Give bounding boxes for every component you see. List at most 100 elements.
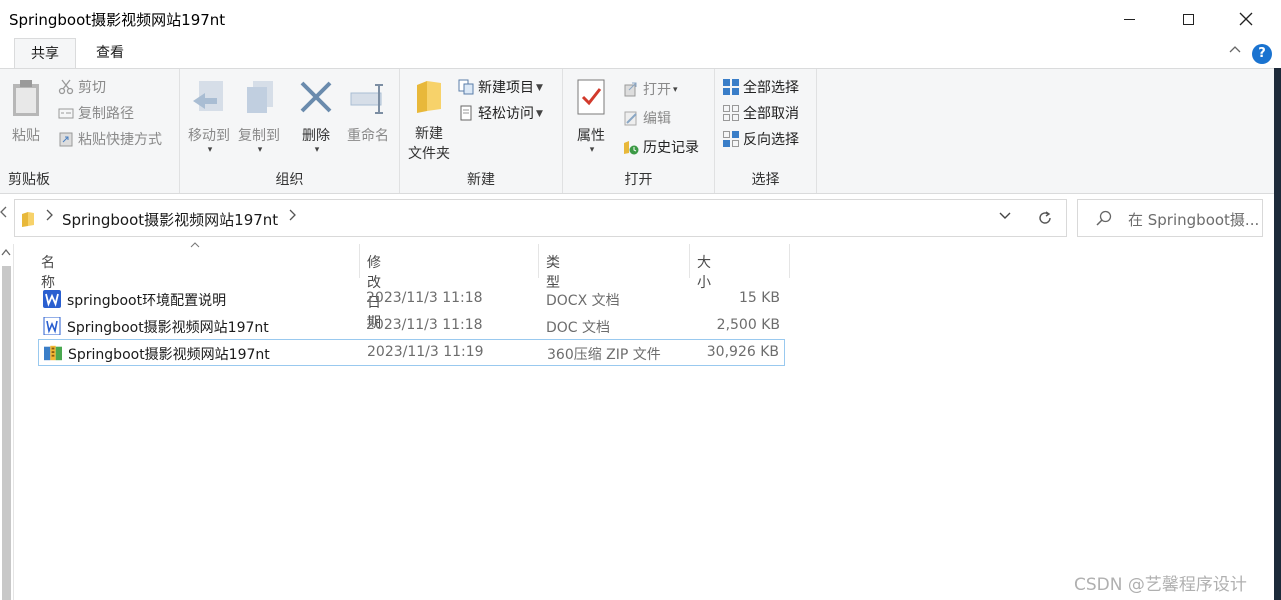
word-doc-icon — [43, 317, 61, 335]
new-item-button[interactable]: 新建项目 ▼ — [458, 77, 543, 99]
help-button[interactable]: ? — [1252, 44, 1272, 64]
copy-to-label: 复制到 — [238, 128, 280, 144]
file-row-selected[interactable]: Springboot摄影视频网站197nt 2023/11/3 11:19 36… — [38, 339, 785, 366]
zip-archive-icon — [44, 345, 62, 361]
group-new: 新建 文件夹 新建项目 ▼ 轻松访问 ▼ 新建 — [400, 69, 563, 193]
open-button[interactable]: 打开 ▾ — [623, 79, 678, 101]
select-all-button[interactable]: 全部选择 — [723, 77, 799, 99]
paste-shortcut-button[interactable]: 粘贴快捷方式 — [58, 129, 162, 151]
easy-access-icon — [460, 105, 472, 121]
paste-label: 粘贴 — [12, 128, 40, 144]
wps-word-icon — [43, 290, 61, 308]
file-type: 360压缩 ZIP 文件 — [547, 347, 661, 363]
new-folder-button[interactable]: 新建 文件夹 — [404, 79, 454, 163]
search-placeholder: 在 Springboot摄... — [1128, 211, 1260, 229]
file-size: 30,926 KB — [706, 344, 779, 360]
title-bar: Springboot摄影视频网站197nt — [0, 0, 1281, 38]
file-date: 2023/11/3 11:18 — [366, 290, 483, 306]
edit-pencil-icon — [624, 111, 637, 126]
address-history-dropdown[interactable] — [999, 209, 1011, 225]
tab-view[interactable]: 查看 — [80, 38, 140, 69]
rename-button[interactable]: 重命名 — [342, 79, 394, 145]
ribbon-tabs: 共享 查看 — [0, 38, 1281, 69]
folder-icon — [417, 81, 441, 113]
file-row[interactable]: Springboot摄影视频网站197nt 2023/11/3 11:18 DO… — [38, 313, 785, 340]
column-divider[interactable] — [689, 244, 690, 278]
history-button[interactable]: 历史记录 — [623, 137, 699, 159]
close-button[interactable] — [1216, 0, 1276, 38]
nav-back-button[interactable] — [0, 206, 12, 228]
chevron-left-icon — [0, 206, 7, 218]
open-label: 打开 — [643, 82, 671, 98]
file-date: 2023/11/3 11:18 — [366, 317, 483, 333]
rename-label: 重命名 — [347, 128, 389, 144]
copy-to-button[interactable]: 复制到 ▾ — [234, 79, 284, 155]
navigation-scrollbar[interactable] — [2, 266, 11, 600]
select-none-button[interactable]: 全部取消 — [723, 103, 799, 125]
watermark: CSDN @艺馨程序设计 — [1074, 575, 1247, 595]
paste-shortcut-icon — [59, 132, 73, 147]
paste-button[interactable]: 粘贴 — [6, 79, 46, 145]
navigation-pane — [0, 244, 14, 600]
column-divider[interactable] — [359, 244, 360, 278]
move-to-button[interactable]: 移动到 ▾ — [184, 79, 234, 155]
rename-icon — [350, 84, 383, 114]
new-folder-label-line2: 文件夹 — [408, 146, 450, 162]
maximize-button[interactable] — [1158, 0, 1218, 38]
file-type: DOCX 文档 — [546, 293, 620, 309]
chevron-right-icon[interactable] — [288, 209, 296, 225]
select-all-icon — [723, 79, 739, 95]
file-date: 2023/11/3 11:19 — [367, 344, 484, 360]
column-divider[interactable] — [538, 244, 539, 278]
group-label-clipboard: 剪贴板 — [8, 172, 50, 188]
tab-share[interactable]: 共享 — [14, 38, 76, 69]
chevron-down-icon: ▼ — [536, 83, 543, 93]
cut-label: 剪切 — [78, 80, 106, 96]
edit-button[interactable]: 编辑 — [623, 108, 671, 130]
scroll-up-button[interactable] — [1, 248, 11, 259]
column-divider[interactable] — [789, 244, 790, 278]
file-size: 2,500 KB — [716, 317, 780, 333]
copy-path-icon — [58, 108, 74, 119]
easy-access-button[interactable]: 轻松访问 ▼ — [458, 103, 543, 125]
file-type: DOC 文档 — [546, 320, 611, 336]
minimize-icon — [1123, 18, 1135, 20]
history-icon — [624, 141, 639, 155]
search-box[interactable]: 在 Springboot摄... — [1077, 199, 1263, 237]
group-clipboard: 粘贴 剪切 复制路径 粘贴快捷方式 剪贴板 — [0, 69, 180, 193]
chevron-down-icon: ▾ — [589, 145, 595, 155]
delete-button[interactable]: 删除 ▾ — [294, 79, 338, 155]
copy-to-icon — [247, 81, 273, 113]
maximize-icon — [1182, 13, 1194, 25]
breadcrumb-current-folder[interactable]: Springboot摄影视频网站197nt — [62, 209, 278, 230]
properties-button[interactable]: 属性 ▾ — [569, 79, 613, 155]
new-item-icon — [458, 79, 474, 95]
delete-x-icon — [300, 81, 332, 113]
refresh-button[interactable] — [1024, 199, 1067, 237]
file-row[interactable]: springboot环境配置说明 2023/11/3 11:18 DOCX 文档… — [38, 286, 785, 313]
minimize-button[interactable] — [1099, 0, 1159, 38]
close-icon — [1239, 12, 1253, 26]
move-to-label: 移动到 — [188, 128, 230, 144]
sort-ascending-icon — [190, 240, 200, 251]
invert-selection-button[interactable]: 反向选择 — [723, 129, 799, 151]
delete-label: 删除 — [302, 128, 330, 144]
cut-button[interactable]: 剪切 — [58, 77, 106, 99]
chevron-right-icon[interactable] — [45, 209, 53, 225]
move-to-icon — [193, 81, 223, 111]
group-organize: 移动到 ▾ 复制到 ▾ 删除 ▾ 重命名 组织 — [180, 69, 400, 193]
refresh-icon — [1039, 211, 1051, 224]
properties-check-icon — [577, 79, 605, 115]
ribbon: 粘贴 剪切 复制路径 粘贴快捷方式 剪贴板 移动到 ▾ 复制到 ▾ 删除 ▾ 重… — [0, 68, 1274, 194]
collapse-ribbon-button[interactable] — [1229, 44, 1241, 60]
copy-path-label: 复制路径 — [78, 106, 134, 122]
history-label: 历史记录 — [643, 140, 699, 156]
select-none-label: 全部取消 — [743, 106, 799, 122]
copy-path-button[interactable]: 复制路径 — [58, 103, 134, 125]
group-label-select: 选择 — [751, 172, 780, 188]
group-open: 属性 ▾ 打开 ▾ 编辑 历史记录 打开 — [563, 69, 715, 193]
chevron-down-icon: ▾ — [314, 145, 320, 155]
chevron-down-icon: ▾ — [673, 85, 678, 95]
address-bar[interactable]: Springboot摄影视频网站197nt — [14, 199, 1025, 237]
edit-label: 编辑 — [643, 111, 671, 127]
